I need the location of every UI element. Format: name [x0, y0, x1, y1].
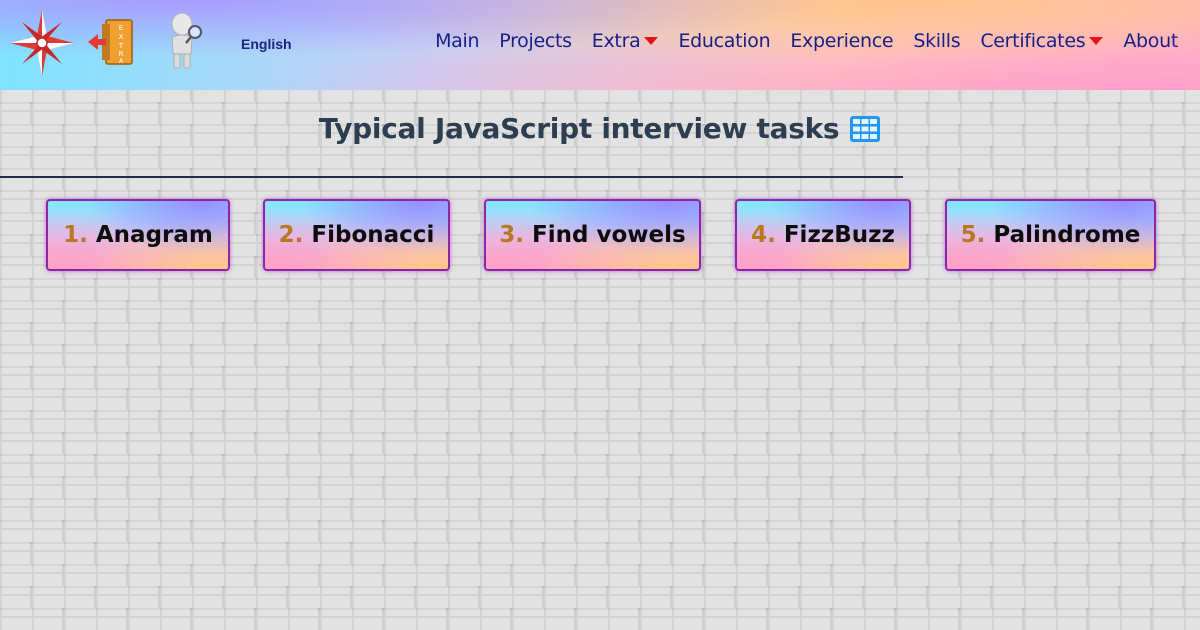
- title-divider: [0, 176, 903, 178]
- task-number: 4.: [751, 222, 776, 248]
- nav-item-about[interactable]: About: [1123, 30, 1178, 52]
- extra-exit-icon[interactable]: E X T R A: [88, 18, 134, 66]
- task-number: 3.: [499, 222, 525, 248]
- nav-item-label: Experience: [790, 30, 894, 52]
- svg-text:X: X: [119, 33, 124, 41]
- nav-item-skills[interactable]: Skills: [913, 30, 960, 52]
- nav-item-education[interactable]: Education: [678, 30, 770, 52]
- nav-item-label: Extra: [591, 30, 641, 52]
- task-card-anagram[interactable]: 1. Anagram: [46, 199, 230, 271]
- task-card-fibonacci[interactable]: 2. Fibonacci: [263, 199, 450, 271]
- task-card-find-vowels[interactable]: 3. Find vowels: [484, 199, 701, 271]
- nav-item-label: Projects: [499, 30, 572, 52]
- task-number: 5.: [960, 222, 986, 248]
- task-card-palindrome[interactable]: 5. Palindrome: [945, 199, 1156, 271]
- compass-star-logo-icon[interactable]: [8, 8, 76, 78]
- caret-down-icon: [1089, 37, 1104, 45]
- task-number: 2.: [278, 222, 304, 248]
- nav-item-label: About: [1123, 30, 1178, 52]
- nav-item-label: Skills: [913, 30, 961, 52]
- extra-badge-text: E: [119, 24, 123, 32]
- page-title-text: Typical JavaScript interview tasks: [318, 112, 840, 145]
- nav-item-certificates[interactable]: Certificates: [980, 30, 1104, 52]
- task-card-fizzbuzz[interactable]: 4. FizzBuzz: [735, 199, 911, 271]
- brick-wall-overlay: [0, 90, 1200, 630]
- task-list: 1. Anagram 2. Fibonacci 3. Find vowels 4…: [0, 199, 1200, 273]
- site-header: E X T R A English Main Projects Extra Ed…: [0, 0, 1200, 90]
- nav-item-label: Main: [435, 30, 480, 52]
- task-label: Anagram: [95, 222, 213, 248]
- person-magnifier-icon[interactable]: [164, 12, 204, 70]
- language-selector[interactable]: English: [241, 36, 292, 52]
- nav-item-label: Certificates: [980, 30, 1086, 52]
- svg-text:R: R: [119, 50, 124, 58]
- caret-down-icon: [644, 37, 659, 45]
- task-label: FizzBuzz: [783, 222, 895, 248]
- nav-item-main[interactable]: Main: [435, 30, 479, 52]
- grid-icon: [850, 115, 881, 142]
- page-title: Typical JavaScript interview tasks: [319, 112, 882, 145]
- svg-text:T: T: [118, 42, 124, 50]
- main-nav: Main Projects Extra Education Experience…: [435, 30, 1178, 52]
- nav-item-label: Education: [678, 30, 771, 52]
- nav-item-extra[interactable]: Extra: [592, 30, 659, 52]
- task-label: Find vowels: [532, 222, 686, 248]
- nav-item-projects[interactable]: Projects: [499, 30, 572, 52]
- task-number: 1.: [63, 222, 88, 248]
- task-label: Fibonacci: [311, 222, 435, 248]
- nav-item-experience[interactable]: Experience: [790, 30, 893, 52]
- page-title-container: Typical JavaScript interview tasks: [0, 112, 1200, 145]
- task-label: Palindrome: [993, 222, 1141, 248]
